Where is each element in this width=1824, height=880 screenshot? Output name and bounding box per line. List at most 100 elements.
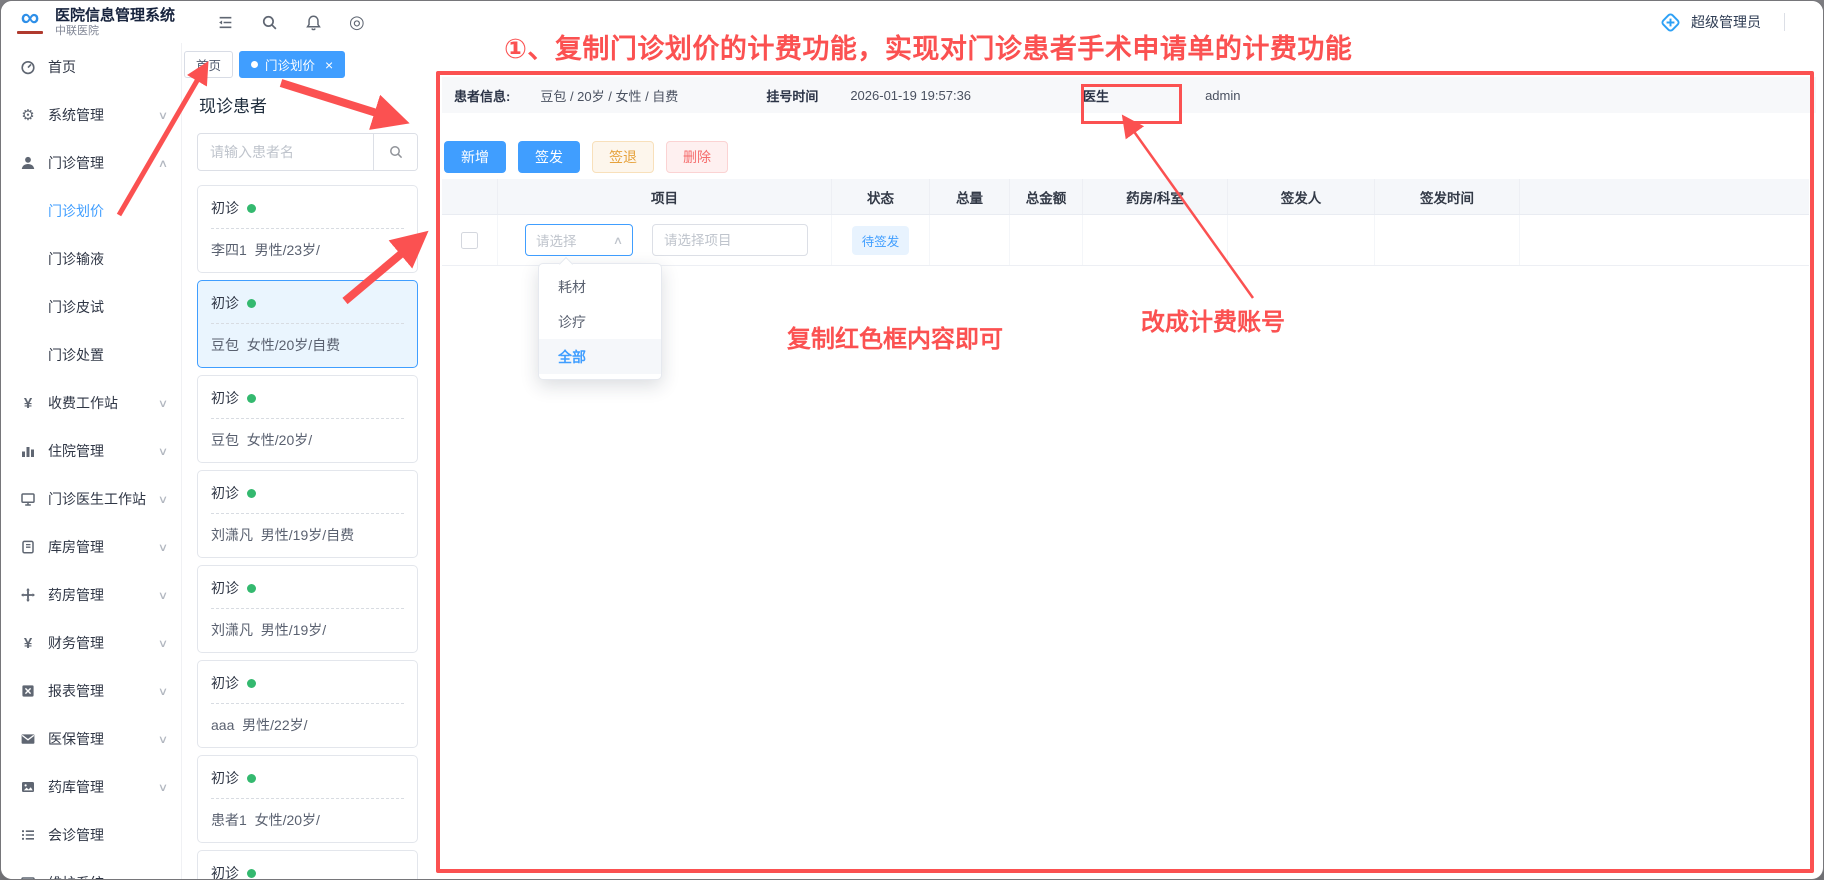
sidebar-item-label: 药房管理 bbox=[48, 585, 148, 605]
user-menu[interactable]: 超级管理员 bbox=[1659, 1, 1785, 43]
card-divider bbox=[211, 513, 404, 514]
visit-type-label: 初诊 bbox=[211, 578, 239, 598]
chevron-up-icon: ∧ bbox=[613, 234, 623, 247]
tab-outpatient-pricing[interactable]: 门诊划价 × bbox=[239, 51, 345, 78]
sidebar-item-storehouse-mgmt[interactable]: 库房管理 ∨ bbox=[1, 523, 181, 571]
app-title: 医院信息管理系统 bbox=[55, 7, 175, 25]
delete-button[interactable]: 删除 bbox=[666, 141, 728, 173]
search-icon[interactable] bbox=[261, 14, 278, 31]
tab-home[interactable]: 首页 bbox=[184, 51, 233, 78]
topbar: ∞ 医院信息管理系统 中联医院 ◎ 超级管理员 bbox=[1, 1, 1823, 43]
patient-card[interactable]: 初诊豆包 女性/20岁/自费 bbox=[197, 280, 418, 368]
sidebar-item-label: 门诊医生工作站 bbox=[48, 489, 148, 509]
visit-type-label: 初诊 bbox=[211, 483, 239, 503]
patient-search-input[interactable] bbox=[198, 134, 373, 170]
toolbar: 新增 签发 签退 删除 bbox=[444, 141, 728, 173]
sidebar-item-consultation-mgmt[interactable]: 会诊管理 bbox=[1, 811, 181, 859]
sidebar-item-pharmacy-mgmt[interactable]: 药房管理∨ bbox=[1, 571, 181, 619]
sidebar-item-charging-station[interactable]: ¥收费工作站∨ bbox=[1, 379, 181, 427]
notebook-icon bbox=[19, 539, 37, 555]
sidebar-item-home[interactable]: 首页 bbox=[1, 43, 181, 91]
doctor-value: admin bbox=[1205, 88, 1240, 103]
patient-card[interactable]: 初诊 bbox=[197, 850, 418, 879]
select-placeholder: 请选择 bbox=[536, 230, 577, 250]
status-dot-icon bbox=[247, 774, 256, 783]
sidebar-item-outpatient-doctor-station[interactable]: 门诊医生工作站∨ bbox=[1, 475, 181, 523]
sidebar-item-drugstore-mgmt[interactable]: 药库管理∨ bbox=[1, 763, 181, 811]
reg-time-label: 挂号时间 bbox=[766, 86, 818, 105]
dropdown-option[interactable]: 全部 bbox=[539, 339, 661, 374]
card-divider bbox=[211, 608, 404, 609]
tab-label: 首页 bbox=[196, 55, 221, 74]
table-header: 项目状态总量总金额药房/科室签发人签发时间 bbox=[442, 179, 1809, 215]
patient-card[interactable]: 初诊豆包 女性/20岁/ bbox=[197, 375, 418, 463]
item-search-input[interactable] bbox=[652, 224, 808, 256]
status-dot-icon bbox=[247, 584, 256, 593]
monitor-icon bbox=[19, 491, 37, 507]
visit-type-label: 初诊 bbox=[211, 673, 239, 693]
patient-name-info: 刘潇凡 男性/19岁/自费 bbox=[211, 525, 404, 545]
sidebar-subitem-outpatient-disposal[interactable]: 门诊处置 bbox=[1, 331, 181, 379]
status-dot-icon bbox=[247, 299, 256, 308]
chevron-down-icon: ∨ bbox=[158, 445, 168, 458]
divider bbox=[1784, 13, 1785, 31]
sidebar-item-insurance-mgmt[interactable]: 医保管理∨ bbox=[1, 715, 181, 763]
dropdown-option[interactable]: 诊疗 bbox=[539, 304, 661, 339]
patient-name-info: aaa 男性/22岁/ bbox=[211, 715, 404, 735]
category-dropdown: 耗材诊疗全部 bbox=[538, 263, 662, 380]
visit-type-row: 初诊 bbox=[211, 578, 404, 598]
sidebar-item-finance-mgmt[interactable]: ¥财务管理∨ bbox=[1, 619, 181, 667]
tabbar: 首页 门诊划价 × bbox=[184, 51, 345, 78]
medical-cross-icon bbox=[1659, 11, 1682, 34]
collapse-sidebar-icon[interactable] bbox=[217, 14, 234, 31]
patient-name-info: 豆包 女性/20岁/自费 bbox=[211, 335, 404, 355]
sidebar-item-label: 系统管理 bbox=[48, 105, 148, 125]
visit-type-row: 初诊 bbox=[211, 768, 404, 788]
patient-search bbox=[197, 133, 418, 171]
patient-card[interactable]: 初诊患者1 女性/20岁/ bbox=[197, 755, 418, 843]
envelope-icon bbox=[19, 731, 37, 747]
dropdown-option[interactable]: 耗材 bbox=[539, 269, 661, 304]
patient-card[interactable]: 初诊李四1 男性/23岁/ bbox=[197, 185, 418, 273]
status-dot-icon bbox=[247, 394, 256, 403]
issue-button[interactable]: 签发 bbox=[518, 141, 580, 173]
patient-card[interactable]: 初诊刘潇凡 男性/19岁/自费 bbox=[197, 470, 418, 558]
user-icon bbox=[19, 155, 37, 171]
col-header: 总量 bbox=[930, 179, 1010, 214]
sidebar-item-outpatient-mgmt[interactable]: 门诊管理∧ bbox=[1, 139, 181, 187]
sidebar-item-label: 门诊管理 bbox=[48, 153, 148, 173]
sidebar-item-inpatient-mgmt[interactable]: 住院管理∨ bbox=[1, 427, 181, 475]
sidebar-subitem-outpatient-infusion[interactable]: 门诊输液 bbox=[1, 235, 181, 283]
sidebar-subitem-outpatient-pricing[interactable]: 门诊划价 bbox=[1, 187, 181, 235]
close-tab-icon[interactable]: × bbox=[325, 58, 333, 72]
col-header: 签发人 bbox=[1228, 179, 1375, 214]
active-tab-dot-icon bbox=[251, 61, 258, 68]
patient-card[interactable]: 初诊 aaa 男性/22岁/ bbox=[197, 660, 418, 748]
category-select[interactable]: 请选择 ∧ bbox=[525, 224, 633, 256]
sidebar-item-system-mgmt[interactable]: ⚙系统管理∨ bbox=[1, 91, 181, 139]
patient-info-label: 患者信息: bbox=[454, 86, 510, 105]
col-header-blank bbox=[1520, 179, 1809, 214]
fullscreen-icon[interactable]: ◎ bbox=[349, 12, 365, 33]
sidebar-item-maintenance-system[interactable]: 维护系统 bbox=[1, 859, 181, 879]
sidebar-item-label: 库房管理 bbox=[48, 537, 148, 557]
chevron-down-icon: ∨ bbox=[158, 541, 168, 554]
visit-type-row: 初诊 bbox=[211, 673, 404, 693]
card-divider bbox=[211, 323, 404, 324]
visit-type-row: 初诊 bbox=[211, 388, 404, 408]
dashboard-icon bbox=[19, 59, 37, 75]
patient-search-button[interactable] bbox=[373, 134, 417, 170]
bell-icon[interactable] bbox=[305, 14, 322, 31]
visit-type-row: 初诊 bbox=[211, 483, 404, 503]
sidebar-item-report-mgmt[interactable]: 报表管理∨ bbox=[1, 667, 181, 715]
sidebar-subitem-outpatient-skin-test[interactable]: 门诊皮试 bbox=[1, 283, 181, 331]
add-button[interactable]: 新增 bbox=[444, 141, 506, 173]
card-divider bbox=[211, 228, 404, 229]
row-checkbox[interactable] bbox=[461, 232, 478, 249]
sign-out-button[interactable]: 签退 bbox=[592, 141, 654, 173]
patient-name-info: 患者1 女性/20岁/ bbox=[211, 810, 404, 830]
patient-card[interactable]: 初诊刘潇凡 男性/19岁/ bbox=[197, 565, 418, 653]
brand: ∞ 医院信息管理系统 中联医院 bbox=[14, 5, 175, 39]
col-header: 状态 bbox=[832, 179, 930, 214]
panel-title: 现诊患者 bbox=[199, 92, 418, 117]
